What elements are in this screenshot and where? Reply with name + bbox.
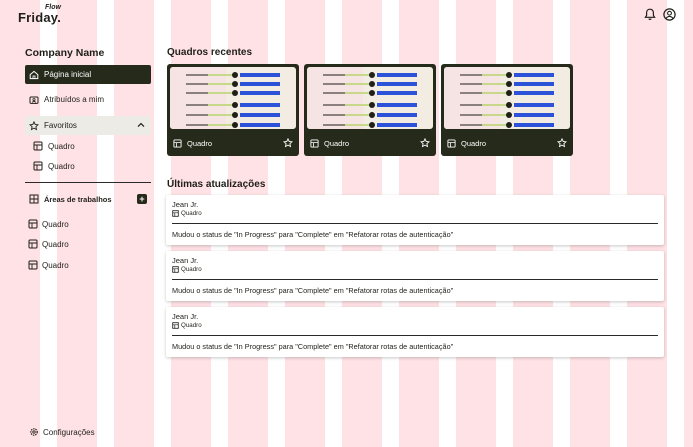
add-workspace-button[interactable]: + — [137, 194, 147, 204]
home-icon — [29, 70, 39, 80]
star-icon[interactable] — [282, 137, 294, 148]
workspaces-header: Áreas de trabalhos + — [29, 192, 147, 206]
nav-home[interactable]: Página inicial — [25, 65, 151, 84]
board-icon — [173, 138, 182, 148]
board-card-label: Quadro — [187, 138, 213, 148]
chevron-up-icon[interactable] — [136, 120, 146, 130]
board-icon — [172, 322, 179, 329]
nav-favorites-label: Favoritos — [44, 121, 77, 130]
board-icon — [310, 138, 319, 148]
update-divider — [172, 223, 658, 224]
board-card-label: Quadro — [461, 138, 487, 148]
board-card-footer: Quadro — [447, 137, 568, 149]
update-user: Jean Jr. — [172, 312, 199, 321]
update-board-label: Quadro — [181, 210, 202, 217]
recent-board-card[interactable]: Quadro — [441, 64, 573, 156]
settings-label: Configurações — [43, 427, 95, 437]
update-divider — [172, 279, 658, 280]
board-card-label: Quadro — [324, 138, 350, 148]
update-user: Jean Jr. — [172, 256, 199, 265]
nav-assigned[interactable]: Atribuídos a mim — [25, 90, 151, 109]
nav-favorites[interactable]: Favoritos — [25, 116, 151, 135]
update-item[interactable]: Jean Jr. Quadro Mudou o status de "In Pr… — [166, 307, 664, 357]
star-icon[interactable] — [419, 137, 431, 148]
update-board[interactable]: Quadro — [172, 210, 202, 217]
recent-board-card[interactable]: Quadro — [304, 64, 436, 156]
top-bar: Flow Friday. — [0, 0, 693, 32]
board-thumbnail — [307, 67, 433, 129]
board-icon — [28, 239, 38, 249]
board-icon — [172, 210, 179, 217]
sidebar-divider — [25, 182, 151, 183]
favorite-board-label: Quadro — [48, 141, 75, 151]
sidebar: Company Name Página inicial Atribuídos a… — [0, 32, 156, 447]
favorite-board-label: Quadro — [48, 161, 75, 171]
update-item[interactable]: Jean Jr. Quadro Mudou o status de "In Pr… — [166, 251, 664, 301]
workspace-board-2[interactable]: Quadro — [28, 237, 69, 251]
board-thumbnail — [170, 67, 296, 129]
update-message: Mudou o status de "In Progress" para "Co… — [172, 230, 454, 239]
recent-boards-title: Quadros recentes — [167, 47, 253, 58]
recent-board-card[interactable]: Quadro — [167, 64, 299, 156]
company-name: Company Name — [25, 47, 105, 59]
board-card-footer: Quadro — [173, 137, 294, 149]
update-message: Mudou o status de "In Progress" para "Co… — [172, 286, 454, 295]
workspace-board-label: Quadro — [42, 219, 69, 229]
board-card-footer: Quadro — [310, 137, 431, 149]
nav-assigned-label: Atribuídos a mim — [44, 95, 105, 104]
favorite-board-2[interactable]: Quadro — [33, 159, 75, 173]
nav-home-label: Página inicial — [44, 70, 92, 79]
board-thumbnail — [444, 67, 570, 129]
workspace-board-3[interactable]: Quadro — [28, 258, 69, 272]
workspace-board-label: Quadro — [42, 260, 69, 270]
board-icon — [28, 260, 38, 270]
grid-icon — [29, 194, 39, 204]
update-message: Mudou o status de "In Progress" para "Co… — [172, 342, 454, 351]
logo-friday-text: Friday. — [18, 10, 62, 25]
update-divider — [172, 335, 658, 336]
id-card-icon — [29, 95, 39, 105]
board-icon — [33, 161, 43, 171]
user-circle-icon[interactable] — [662, 7, 676, 21]
workspace-board-1[interactable]: Quadro — [28, 217, 69, 231]
update-user: Jean Jr. — [172, 200, 199, 209]
bell-icon[interactable] — [643, 7, 657, 21]
settings-link[interactable]: Configurações — [29, 426, 95, 438]
board-icon — [28, 219, 38, 229]
update-board-label: Quadro — [181, 266, 202, 273]
workspace-board-label: Quadro — [42, 239, 69, 249]
update-board[interactable]: Quadro — [172, 322, 202, 329]
star-icon — [29, 120, 39, 131]
logo[interactable]: Flow Friday. — [18, 4, 68, 28]
board-icon — [33, 141, 43, 151]
update-board-label: Quadro — [181, 322, 202, 329]
star-icon[interactable] — [556, 137, 568, 148]
updates-title: Últimas atualizações — [167, 179, 266, 190]
favorite-board-1[interactable]: Quadro — [33, 139, 75, 153]
update-item[interactable]: Jean Jr. Quadro Mudou o status de "In Pr… — [166, 195, 664, 245]
update-board[interactable]: Quadro — [172, 266, 202, 273]
gear-icon — [29, 427, 39, 437]
workspaces-title: Áreas de trabalhos — [44, 194, 112, 204]
board-icon — [172, 266, 179, 273]
board-icon — [447, 138, 456, 148]
